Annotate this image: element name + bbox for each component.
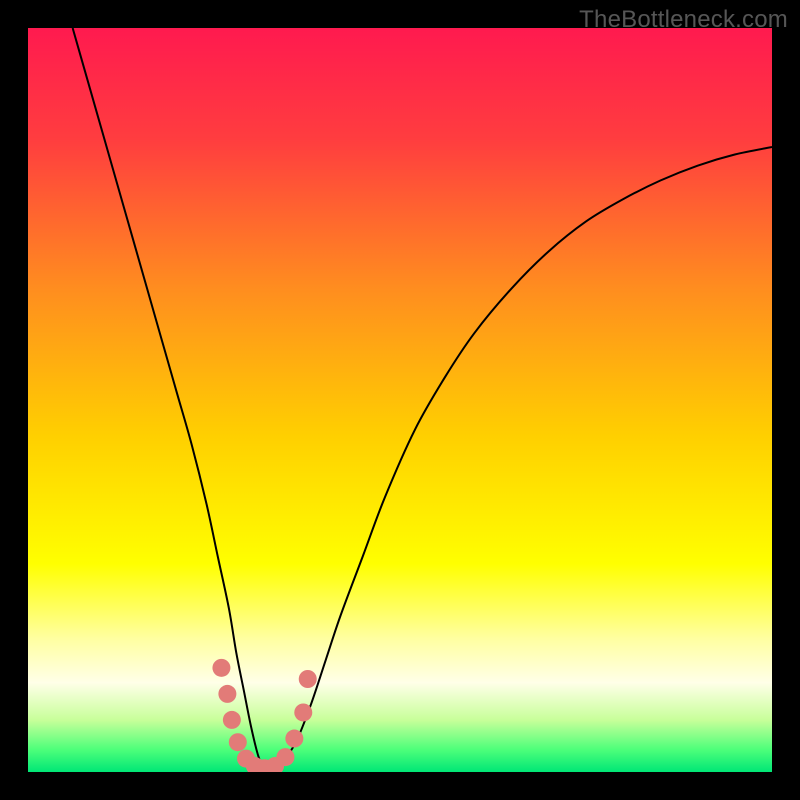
sweet-spot-dots	[212, 659, 316, 772]
plot-area	[28, 28, 772, 772]
marker-dot	[285, 730, 303, 748]
marker-dot	[294, 703, 312, 721]
bottleneck-curve	[73, 28, 772, 772]
marker-dot	[223, 711, 241, 729]
marker-dot	[276, 748, 294, 766]
marker-dot	[212, 659, 230, 677]
marker-dot	[299, 670, 317, 688]
marker-dot	[218, 685, 236, 703]
watermark-text: TheBottleneck.com	[579, 6, 788, 34]
chart-frame: TheBottleneck.com	[0, 0, 800, 800]
chart-overlay	[28, 28, 772, 772]
marker-dot	[229, 733, 247, 751]
